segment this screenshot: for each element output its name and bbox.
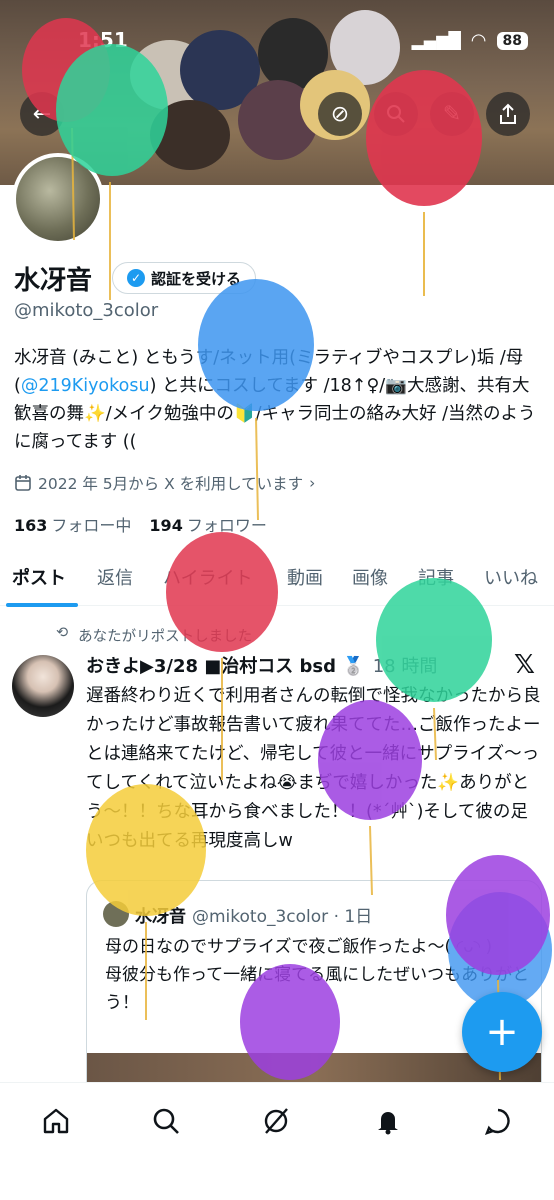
tweet-header: おきよ▶3/28 ■治村コス bsd 🥈 18 時間 <box>86 652 437 678</box>
grok-icon[interactable] <box>256 1101 296 1141</box>
tab-likes[interactable]: いいね <box>484 556 538 590</box>
tab-images[interactable]: 画像 <box>352 556 388 590</box>
joined-label: 2022 年 5月から X を利用しています <box>38 475 304 493</box>
verify-label: 認証を受ける <box>151 269 242 288</box>
tab-posts[interactable]: ポスト <box>12 556 66 590</box>
tweet-text[interactable]: 遅番終わり近くで利用者さんの転倒で怪我なかったから良かったけど事故報告書いて疲れ… <box>86 682 542 856</box>
battery-indicator: 88 <box>496 31 528 50</box>
active-tab-indicator <box>6 603 78 607</box>
followers-link[interactable]: 194 フォロワー <box>149 512 266 536</box>
quote-author-name: 水冴音 <box>135 906 186 927</box>
messages-icon[interactable] <box>478 1101 518 1141</box>
verify-button[interactable]: ✓ 認証を受ける <box>112 262 257 294</box>
wifi-icon: ◠ <box>470 30 487 51</box>
profile-handle: @mikoto_3color <box>14 300 159 321</box>
following-link[interactable]: 163 フォロー中 <box>14 512 131 536</box>
back-arrow-icon[interactable]: ← <box>20 92 64 136</box>
status-bar: 1:51 ▂▄▆█ ◠ 88 <box>0 0 554 80</box>
x-logo-icon: 𝕏 <box>514 650 535 680</box>
profile-bio: 水冴音 (みこと) ともうす/ネット用(ミラティブやコスプレ)垢 /母 (@21… <box>14 344 544 456</box>
tab-highlights[interactable]: ハイライト <box>163 556 253 590</box>
status-icons: ▂▄▆█ ◠ 88 <box>412 30 528 51</box>
tab-videos[interactable]: 動画 <box>287 556 323 590</box>
share-icon[interactable] <box>486 92 530 136</box>
grok-icon[interactable]: ⊘ <box>318 92 362 136</box>
search-icon[interactable] <box>146 1101 186 1141</box>
home-icon[interactable] <box>36 1101 76 1141</box>
bell-icon[interactable] <box>368 1101 408 1141</box>
bio-mention-link[interactable]: @219Kiyokosu <box>21 376 150 396</box>
pencil-icon[interactable]: ✎ <box>430 92 474 136</box>
following-label: フォロー中 <box>51 516 132 535</box>
quote-avatar <box>103 901 129 927</box>
follow-stats: 163 フォロー中 194 フォロワー <box>14 512 267 536</box>
tweet-timestamp[interactable]: 18 時間 <box>373 652 438 678</box>
tab-replies[interactable]: 返信 <box>97 556 133 590</box>
tweet-author-name[interactable]: おきよ▶3/28 ■治村コス bsd 🥈 <box>86 652 365 678</box>
chevron-right-icon: › <box>309 474 316 492</box>
followers-label: フォロワー <box>186 516 267 535</box>
signal-icon: ▂▄▆█ <box>411 31 461 50</box>
repost-label: あなたがリポストしました <box>78 629 253 645</box>
profile-name: 水冴音 <box>14 266 93 296</box>
repost-indicator: ⟲ あなたがリポストしました <box>56 625 252 646</box>
following-count: 163 <box>14 516 48 535</box>
followers-count: 194 <box>149 516 183 535</box>
quote-header: 水冴音 @mikoto_3color · 1日 <box>103 901 372 927</box>
status-time: 1:51 <box>78 28 128 52</box>
compose-button[interactable]: + <box>462 992 542 1072</box>
verified-badge-icon: ✓ <box>127 269 145 287</box>
quote-text: 母の日なのでサプライズで夜ご飯作ったよ〜( ◜ᴗ◝ ) 母彼分も作って一緒に寝て… <box>105 937 530 1013</box>
quote-handle: @mikoto_3color · 1日 <box>192 906 373 927</box>
tab-articles[interactable]: 記事 <box>418 556 454 590</box>
quoted-tweet[interactable]: 水冴音 @mikoto_3color · 1日 母の日なのでサプライズで夜ご飯作… <box>86 880 542 1100</box>
search-icon[interactable] <box>374 92 418 136</box>
joined-date[interactable]: 2022 年 5月から X を利用しています › <box>14 472 315 494</box>
tweet-author-avatar[interactable] <box>12 655 74 717</box>
plus-icon: + <box>485 1009 519 1055</box>
bottom-nav <box>0 1082 554 1200</box>
profile-avatar[interactable] <box>12 153 104 245</box>
calendar-icon <box>15 475 31 491</box>
repost-icon: ⟲ <box>56 625 69 641</box>
profile-tabs: ポスト 返信 ハイライト 動画 画像 記事 いいね <box>0 556 554 606</box>
